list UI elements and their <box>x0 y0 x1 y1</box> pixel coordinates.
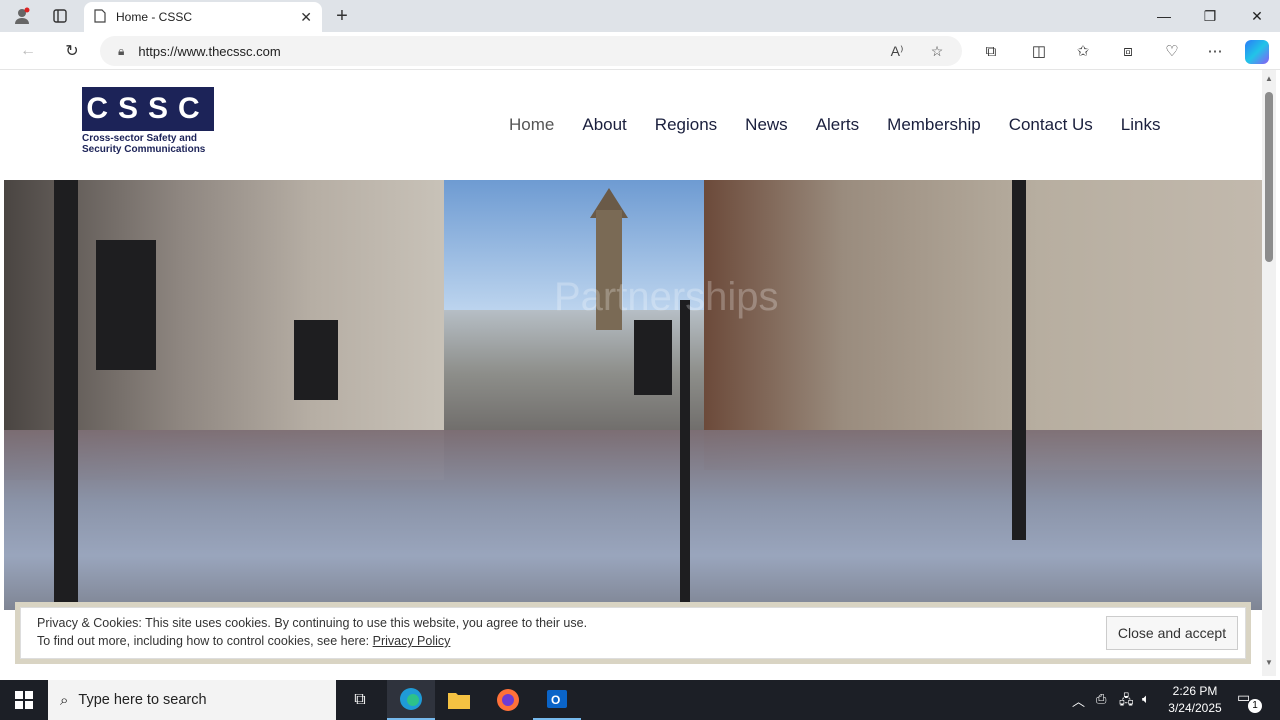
browser-titlebar: Home - CSSC ✕ + — ❐ ✕ <box>0 0 1280 32</box>
favorite-star-icon[interactable]: ☆ <box>924 38 950 64</box>
cookie-text-more: To find out more, including how to contr… <box>37 634 450 648</box>
favorites-icon[interactable]: ✩ <box>1068 38 1098 64</box>
site-logo[interactable]: CSSC Cross-sector Safety and Security Co… <box>82 87 214 155</box>
tab-title: Home - CSSC <box>116 10 193 24</box>
browser-tab[interactable]: Home - CSSC ✕ <box>84 2 322 32</box>
copilot-icon[interactable] <box>1245 40 1269 64</box>
svg-text:O: O <box>551 693 560 707</box>
back-button[interactable]: ← <box>14 39 42 63</box>
scroll-up-icon[interactable]: ▲ <box>1264 74 1274 84</box>
address-bar[interactable]: 🔒︎ https://www.thecssc.com <box>100 36 962 66</box>
page-scrollbar[interactable]: ▲ ▼ <box>1262 70 1276 676</box>
chevron-up-icon[interactable]: ︿ <box>1072 691 1085 710</box>
file-explorer-icon[interactable] <box>435 680 483 720</box>
hero-traffic-light <box>96 240 156 370</box>
scroll-down-icon[interactable]: ▼ <box>1264 658 1274 668</box>
browser-toolbar: ← ↻ 🔒︎ https://www.thecssc.com A⁾ ☆ ⧉ ◫ … <box>0 32 1280 70</box>
nav-membership[interactable]: Membership <box>887 115 981 135</box>
cookie-text: Privacy & Cookies: This site uses cookie… <box>37 616 588 630</box>
task-view-icon[interactable]: ⧉ <box>336 680 384 720</box>
windows-icon <box>15 691 33 709</box>
network-icon[interactable]: 🖧︎ <box>1119 691 1134 713</box>
nav-contact-us[interactable]: Contact Us <box>1009 115 1093 135</box>
extensions-icon[interactable]: ⧉ <box>976 38 1006 64</box>
collections-icon[interactable]: ⧈ <box>1113 38 1143 64</box>
nav-links[interactable]: Links <box>1121 115 1161 135</box>
minimize-button[interactable]: — <box>1141 0 1187 32</box>
outlook-icon[interactable]: O <box>533 680 581 720</box>
nav-about[interactable]: About <box>582 115 626 135</box>
hero-image: Partnerships <box>4 180 1262 610</box>
notification-badge: 1 <box>1248 699 1262 713</box>
cookie-banner: Privacy & Cookies: This site uses cookie… <box>20 607 1246 659</box>
lock-icon[interactable]: 🔒︎ <box>118 44 124 59</box>
edge-app-icon[interactable] <box>387 680 435 720</box>
close-window-button[interactable]: ✕ <box>1234 0 1280 32</box>
taskbar-clock[interactable]: 2:26 PM 3/24/2025 <box>1165 683 1225 717</box>
close-tab-icon[interactable]: ✕ <box>300 9 312 26</box>
restore-button[interactable]: ❐ <box>1187 0 1233 32</box>
nav-alerts[interactable]: Alerts <box>816 115 859 135</box>
logo-tagline: Cross-sector Safety and Security Communi… <box>82 133 206 155</box>
read-aloud-icon[interactable]: A⁾ <box>884 38 910 64</box>
clock-time: 2:26 PM <box>1172 684 1218 698</box>
scroll-thumb[interactable] <box>1265 92 1273 262</box>
logo-letters: CSSC <box>82 87 214 131</box>
taskbar-search[interactable]: ⌕ Type here to search <box>48 680 336 720</box>
url-text: https://www.thecssc.com <box>138 43 281 59</box>
nav-news[interactable]: News <box>745 115 788 135</box>
hero-pole <box>1012 180 1026 540</box>
more-menu-icon[interactable]: ⋯ <box>1200 38 1230 64</box>
hero-pole <box>680 300 690 610</box>
windows-taskbar: ⌕ Type here to search ⧉ O ︿ ⎙ 🖧︎ 🔈︎ 2:26… <box>0 680 1280 720</box>
firefox-icon[interactable] <box>484 680 532 720</box>
new-tab-button[interactable]: + <box>330 4 354 28</box>
search-placeholder: Type here to search <box>78 692 207 708</box>
split-screen-icon[interactable]: ◫ <box>1024 38 1054 64</box>
volume-icon[interactable]: 🔈︎ <box>1142 691 1150 707</box>
hero-traffic-light <box>634 320 672 395</box>
hero-pole <box>54 180 78 610</box>
start-button[interactable] <box>0 680 48 720</box>
nav-home[interactable]: Home <box>509 115 554 135</box>
hero-traffic-light <box>294 320 338 400</box>
device-icon[interactable]: ⎙ <box>1096 691 1106 707</box>
hero-crowd <box>4 430 1262 610</box>
close-and-accept-button[interactable]: Close and accept <box>1106 616 1238 650</box>
page-viewport: CSSC Cross-sector Safety and Security Co… <box>4 70 1262 676</box>
hero-overlay-text: Partnerships <box>554 275 779 319</box>
browser-essentials-icon[interactable]: ♡ <box>1157 38 1187 64</box>
main-navigation: Home About Regions News Alerts Membershi… <box>509 115 1160 135</box>
search-icon: ⌕ <box>60 691 69 709</box>
hero-buildings-right <box>704 180 1262 470</box>
nav-regions[interactable]: Regions <box>655 115 717 135</box>
cookie-text-prefix: To find out more, including how to contr… <box>37 634 373 648</box>
clock-date: 3/24/2025 <box>1168 701 1222 715</box>
privacy-policy-link[interactable]: Privacy Policy <box>373 634 451 648</box>
tab-actions-icon[interactable] <box>44 0 76 32</box>
page-icon <box>94 8 106 26</box>
profile-icon[interactable] <box>6 0 38 32</box>
refresh-button[interactable]: ↻ <box>58 39 86 63</box>
